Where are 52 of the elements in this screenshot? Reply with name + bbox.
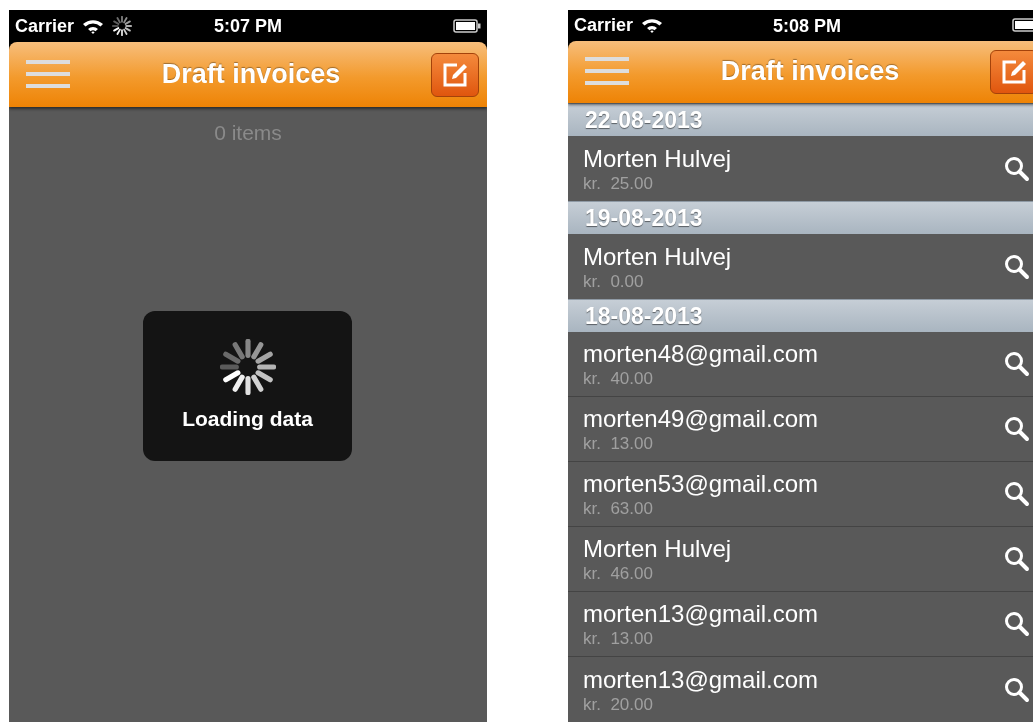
menu-icon [26, 59, 70, 88]
search-icon[interactable] [1004, 351, 1030, 377]
status-time: 5:08 PM [773, 16, 841, 37]
invoice-row[interactable]: morten13@gmail.com kr. 20.00 [568, 657, 1033, 722]
invoice-row[interactable]: morten53@gmail.com kr. 63.00 [568, 462, 1033, 527]
loading-label: Loading data [182, 407, 313, 431]
status-time: 5:07 PM [214, 16, 282, 37]
battery-icon [1012, 18, 1033, 33]
menu-icon [585, 56, 629, 85]
invoice-amount: kr. 13.00 [583, 434, 653, 454]
carrier-label: Carrier [574, 14, 634, 36]
customer-name: morten48@gmail.com [583, 339, 819, 369]
invoice-row[interactable]: morten13@gmail.com kr. 13.00 [568, 592, 1033, 657]
carrier-label: Carrier [15, 15, 75, 37]
customer-name: Morten Hulvej [583, 534, 732, 564]
search-icon[interactable] [1004, 676, 1030, 703]
invoice-amount: kr. 40.00 [583, 369, 653, 389]
screen-title: Draft invoices [160, 59, 342, 90]
search-icon[interactable] [1004, 155, 1030, 182]
search-icon[interactable] [1004, 253, 1030, 280]
customer-name: Morten Hulvej [583, 143, 732, 174]
invoice-amount: kr. 20.00 [583, 694, 653, 715]
search-icon[interactable] [1004, 611, 1030, 637]
screen-title: Draft invoices [719, 56, 901, 88]
invoice-row[interactable]: Morten Hulvej kr. 0.00 [568, 234, 1033, 299]
activity-spinner-icon [112, 16, 133, 36]
compose-button[interactable] [431, 52, 479, 97]
section-header: 19-08-2013 [568, 201, 1033, 234]
invoice-amount: kr. 0.00 [583, 271, 644, 292]
customer-name: Morten Hulvej [583, 241, 732, 272]
invoice-row[interactable]: Morten Hulvej kr. 25.00 [568, 136, 1033, 201]
customer-name: morten13@gmail.com [583, 664, 819, 695]
search-icon[interactable] [1004, 416, 1030, 442]
wifi-icon [82, 18, 105, 34]
customer-name: morten53@gmail.com [583, 469, 819, 499]
invoice-amount: kr. 63.00 [583, 499, 653, 519]
section-header: 22-08-2013 [568, 103, 1033, 136]
invoice-row[interactable]: morten49@gmail.com kr. 13.00 [568, 397, 1033, 462]
invoice-row[interactable]: Morten Hulvej kr. 46.00 [568, 527, 1033, 592]
loading-spinner-icon [219, 339, 276, 395]
search-icon[interactable] [1004, 546, 1030, 572]
wifi-icon [641, 17, 664, 34]
customer-name: morten13@gmail.com [583, 599, 819, 629]
invoice-row[interactable]: morten48@gmail.com kr. 40.00 [568, 332, 1033, 397]
search-icon[interactable] [1004, 481, 1030, 507]
invoice-amount: kr. 25.00 [583, 173, 653, 194]
invoice-amount: kr. 13.00 [583, 629, 653, 649]
battery-icon [453, 19, 481, 33]
invoice-amount: kr. 46.00 [583, 564, 653, 584]
section-header: 18-08-2013 [568, 299, 1033, 332]
compose-button[interactable] [990, 49, 1033, 94]
customer-name: morten49@gmail.com [583, 404, 819, 434]
